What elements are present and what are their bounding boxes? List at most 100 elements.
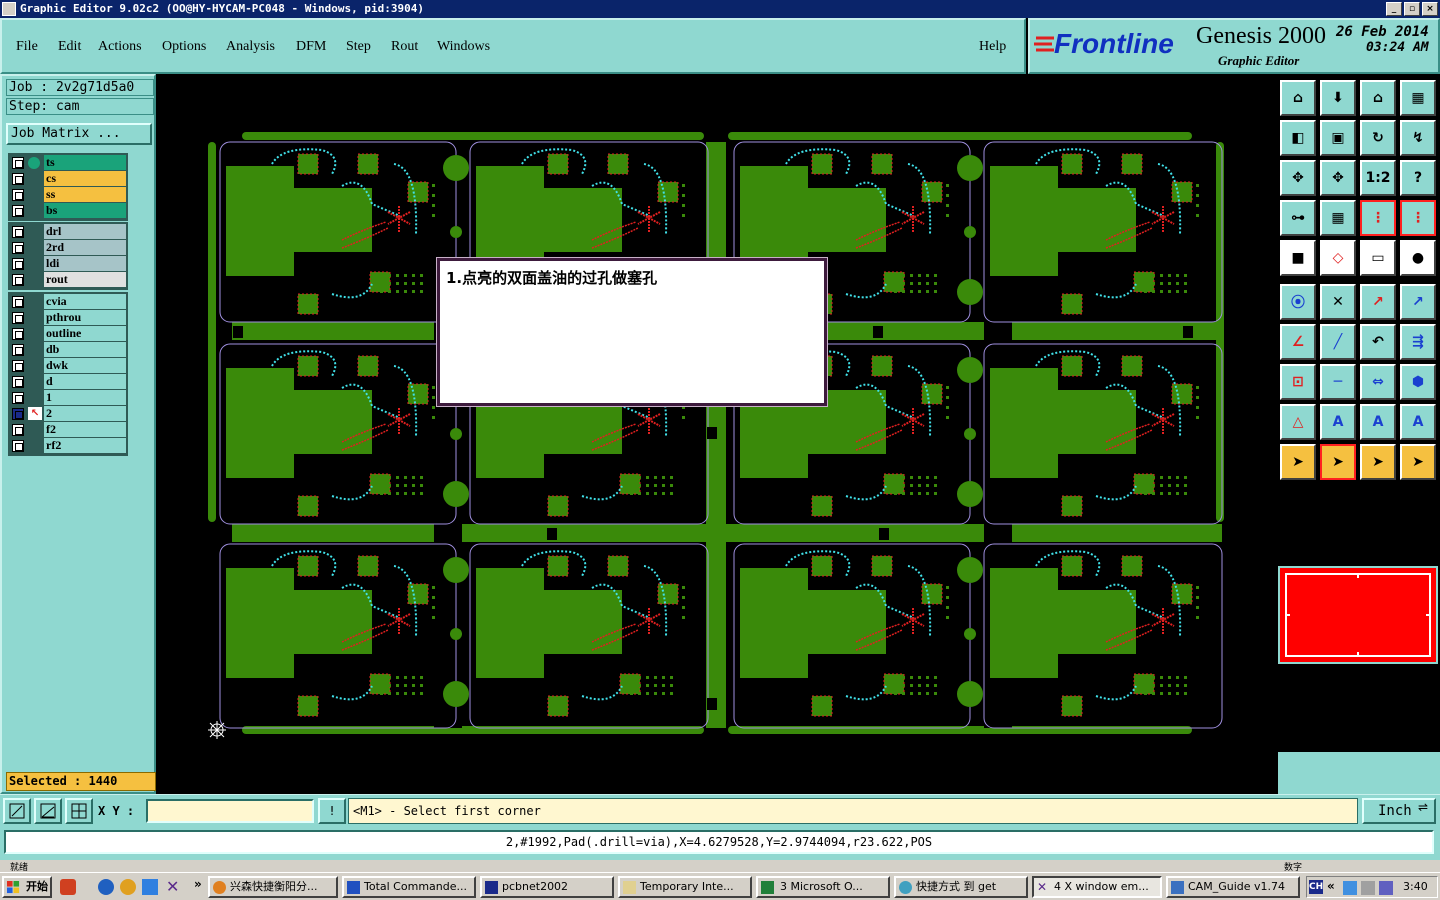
minus-line-button[interactable]: ─ <box>1320 364 1356 400</box>
layer-row[interactable]: rf2 <box>10 438 126 454</box>
menu-file[interactable]: File <box>16 39 38 55</box>
layer-checkbox[interactable] <box>12 344 24 356</box>
group-button[interactable]: ⬢ <box>1400 364 1436 400</box>
layer-name[interactable]: cvia <box>44 294 126 309</box>
layer-row[interactable]: bs <box>10 203 126 219</box>
info-button[interactable]: ! <box>318 798 346 824</box>
ruler-button[interactable]: ▭ <box>1360 240 1396 276</box>
layer-checkbox[interactable] <box>12 189 24 201</box>
circle-button[interactable]: ● <box>1400 240 1436 276</box>
layer-checkbox[interactable] <box>12 258 24 270</box>
language-indicator[interactable]: CH <box>1309 880 1323 894</box>
layer-checkbox[interactable] <box>12 274 24 286</box>
tray-expand-icon[interactable]: « <box>1327 879 1335 893</box>
layer-row[interactable]: pthrou <box>10 310 126 326</box>
layer-name[interactable]: d <box>44 374 126 389</box>
fit-button[interactable]: ✥ <box>1280 160 1316 196</box>
browser-icon[interactable] <box>142 879 158 895</box>
layer-name[interactable]: outline <box>44 326 126 341</box>
tray-volume-icon[interactable] <box>1361 881 1375 895</box>
zoom-in-button[interactable]: ⬇ <box>1320 80 1356 116</box>
quicklaunch-app-icon[interactable] <box>60 879 76 895</box>
layer-checkbox[interactable] <box>12 392 24 404</box>
quicklaunch-more[interactable]: » <box>194 877 202 891</box>
layer-row[interactable]: db <box>10 342 126 358</box>
layer-checkbox[interactable] <box>12 328 24 340</box>
layer-row[interactable]: rout <box>10 272 126 288</box>
layer-checkbox[interactable] <box>12 157 24 169</box>
layer-name[interactable]: 2 <box>44 406 126 421</box>
job-matrix-button[interactable]: Job Matrix ... <box>6 123 152 145</box>
xy-input[interactable] <box>146 799 314 823</box>
resize-button[interactable]: ⇔ <box>1360 364 1396 400</box>
fit-vertical-button[interactable]: ✥ <box>1320 160 1356 196</box>
tray-app-icon[interactable] <box>1379 881 1393 895</box>
polygon-button[interactable]: ◇ <box>1320 240 1356 276</box>
layer-row[interactable]: ↖ 2 <box>10 406 126 422</box>
add-point-button[interactable]: ↗ <box>1360 284 1396 320</box>
connect-button[interactable]: ⦿ <box>1280 284 1316 320</box>
clock-app-icon[interactable] <box>120 879 136 895</box>
line-button[interactable]: ╱ <box>1320 324 1356 360</box>
units-selector[interactable]: Inch ⇌ <box>1362 798 1436 824</box>
task-pcbnet[interactable]: pcbnet2002 <box>480 876 614 898</box>
mini-map[interactable] <box>1278 566 1438 664</box>
layer-name[interactable]: drl <box>44 224 126 239</box>
task-camguide[interactable]: CAM_Guide v1.74 <box>1166 876 1300 898</box>
layer-row[interactable]: outline <box>10 326 126 342</box>
layer-row[interactable]: ldi <box>10 256 126 272</box>
maximize-button[interactable]: ▫ <box>1404 2 1420 16</box>
zoom-home-button[interactable]: ⌂ <box>1360 80 1396 116</box>
layer-name[interactable]: ss <box>44 187 126 202</box>
pcb-panel-view[interactable] <box>158 76 1276 794</box>
flip-button[interactable]: ↻ <box>1360 120 1396 156</box>
layer-row[interactable]: cvia <box>10 294 126 310</box>
layer-name[interactable]: bs <box>44 203 126 218</box>
layer-name[interactable]: ts <box>44 155 126 170</box>
layer-name[interactable]: rout <box>44 272 126 287</box>
layer-name[interactable]: 2rd <box>44 240 126 255</box>
menu-options[interactable]: Options <box>162 39 206 55</box>
add-pad-button[interactable]: ⊡ <box>1280 364 1316 400</box>
snap-alt-button[interactable]: ⋮ <box>1400 200 1436 236</box>
pointer-net-button[interactable]: ➤ <box>1400 444 1436 480</box>
layer-row[interactable]: 1 <box>10 390 126 406</box>
zoom-box-button[interactable] <box>3 798 31 824</box>
layer-row[interactable]: d <box>10 374 126 390</box>
layer-checkbox[interactable] <box>12 296 24 308</box>
angle-snap-button[interactable] <box>34 798 62 824</box>
layer-name[interactable]: ldi <box>44 256 126 271</box>
layer-row[interactable]: dwk <box>10 358 126 374</box>
arc-button[interactable]: ↶ <box>1360 324 1396 360</box>
layer-name[interactable]: 1 <box>44 390 126 405</box>
menu-edit[interactable]: Edit <box>58 39 81 55</box>
layer-checkbox[interactable] <box>12 408 24 420</box>
layer-name[interactable]: cs <box>44 171 126 186</box>
task-shortcut[interactable]: 快捷方式 到 get <box>894 876 1028 898</box>
pointer-alt-button[interactable]: ➤ <box>1360 444 1396 480</box>
layer-row[interactable]: cs <box>10 171 126 187</box>
layer-checkbox[interactable] <box>12 242 24 254</box>
window-button[interactable]: ▦ <box>1400 80 1436 116</box>
task-totalcommander[interactable]: Total Commande... <box>342 876 476 898</box>
layer-row[interactable]: f2 <box>10 422 126 438</box>
angle-button[interactable]: ∠ <box>1280 324 1316 360</box>
menu-windows[interactable]: Windows <box>437 39 490 55</box>
menu-dfm[interactable]: DFM <box>296 39 326 55</box>
tray-network-icon[interactable] <box>1343 881 1357 895</box>
layer-checkbox[interactable] <box>12 360 24 372</box>
menu-rout[interactable]: Rout <box>391 39 418 55</box>
select-feature-button[interactable]: ■ <box>1280 240 1316 276</box>
menu-analysis[interactable]: Analysis <box>226 39 275 55</box>
triangle-c-button[interactable]: A <box>1400 404 1436 440</box>
layer-name[interactable]: f2 <box>44 422 126 437</box>
pan-left-button[interactable]: ◧ <box>1280 120 1316 156</box>
pan-right-button[interactable]: ▣ <box>1320 120 1356 156</box>
layer-checkbox[interactable] <box>12 376 24 388</box>
help-button[interactable]: ? <box>1400 160 1436 196</box>
layer-name[interactable]: dwk <box>44 358 126 373</box>
menu-help[interactable]: Help <box>979 39 1006 55</box>
graphic-canvas[interactable] <box>158 76 1276 794</box>
triangle-button[interactable]: △ <box>1280 404 1316 440</box>
layer-checkbox[interactable] <box>12 173 24 185</box>
